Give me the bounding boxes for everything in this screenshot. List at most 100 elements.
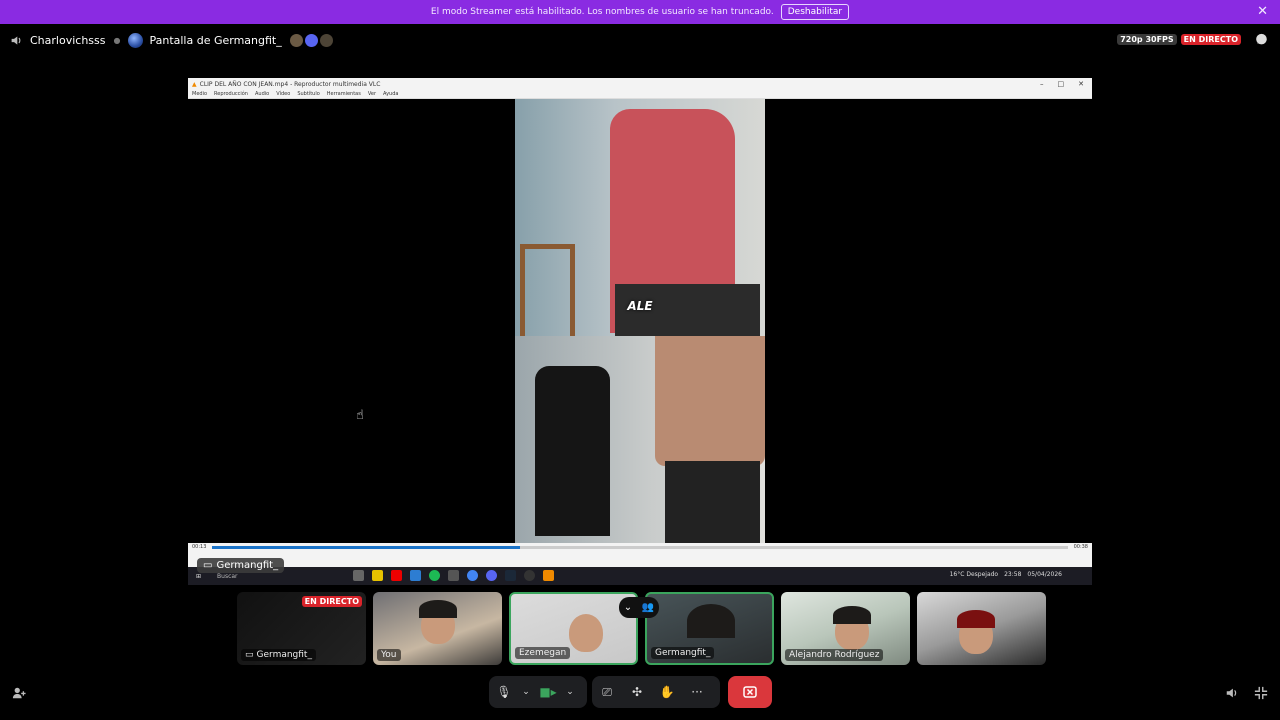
- activities-icon: ✣: [631, 685, 643, 699]
- participant-name: Alejandro Rodríguez: [785, 649, 884, 661]
- activity-icons: [288, 33, 333, 47]
- vlc-menu-bar: Medio Reproducción Audio Vídeo Subtítulo…: [188, 90, 1092, 99]
- participant-name-text: Germangfit_: [256, 650, 312, 660]
- exit-fullscreen-icon[interactable]: [1254, 686, 1268, 700]
- camera-icon: ■▸: [539, 685, 557, 699]
- call-header: Charlovichsss ● Pantalla de Germangfit_: [0, 28, 1280, 52]
- camera-options-button[interactable]: ⌄: [563, 676, 577, 708]
- discord-icon: [304, 33, 318, 47]
- close-icon: ✕: [1078, 80, 1084, 88]
- person-torso: [655, 336, 765, 466]
- vlc-icon: [543, 570, 554, 581]
- end-call-icon: [743, 686, 757, 698]
- channel-user-name: Charlovichsss: [30, 33, 106, 47]
- participant-hair: [687, 604, 735, 638]
- add-user-icon[interactable]: [12, 686, 26, 700]
- disconnect-button[interactable]: [728, 676, 772, 708]
- menu-item: Ayuda: [383, 91, 399, 97]
- camera-button[interactable]: ■▸: [533, 676, 563, 708]
- weather: 16°C Despejado: [949, 571, 999, 578]
- menu-item: Reproducción: [214, 91, 248, 97]
- vlc-cone-icon: ▲: [192, 80, 197, 88]
- soundboard-button[interactable]: ✋: [652, 676, 682, 708]
- stream-owner-label: ▭ Germangfit_: [197, 558, 285, 573]
- mouse-cursor-icon: ☝: [356, 408, 364, 423]
- menu-item: Ver: [367, 91, 377, 97]
- vlc-controls: 00:13 00:38: [188, 543, 1092, 567]
- stream-stage[interactable]: ▲ CLIP DEL AÑO CON JEAN.mp4 - Reproducto…: [188, 78, 1092, 585]
- microphone-button[interactable]: 🎙: [489, 676, 519, 708]
- screen-share-icon: ▭: [203, 560, 213, 571]
- menu-item: Audio: [254, 91, 270, 97]
- participants-icon[interactable]: 👥: [642, 602, 654, 613]
- participant-name: Germangfit_: [651, 647, 715, 659]
- steam-icon: [505, 570, 516, 581]
- game-icon: [289, 33, 303, 47]
- stream-title: Pantalla de Germangfit_: [149, 33, 282, 47]
- activity-group: ⎚ ✣ ✋ ···: [592, 676, 720, 708]
- soundboard-icon: ✋: [659, 685, 675, 699]
- app-icon: [448, 570, 459, 581]
- chat-icon[interactable]: [1255, 33, 1268, 46]
- window-controls: – □ ✕: [1040, 80, 1092, 88]
- participant-tile[interactable]: Germangfit_: [645, 592, 774, 665]
- clock-date: 05/04/2026: [1027, 571, 1062, 578]
- store-icon: [410, 570, 421, 581]
- video-caption: ALE: [627, 299, 653, 313]
- participant-headset: [957, 610, 995, 628]
- explorer-icon: [372, 570, 383, 581]
- stream-owner-name: Germangfit_: [216, 560, 279, 571]
- share-screen-button[interactable]: ⎚: [592, 676, 622, 708]
- participant-tile[interactable]: [917, 592, 1046, 665]
- screen-share-icon: ▭: [245, 650, 254, 660]
- streamer-mode-banner: El modo Streamer está habilitado. Los no…: [0, 0, 1280, 24]
- audio-video-group: 🎙 ⌄ ■▸ ⌄: [489, 676, 587, 708]
- taskbar-search: Buscar: [217, 572, 238, 580]
- current-time: 00:13: [192, 544, 207, 550]
- person-pants: [665, 461, 760, 543]
- tile-controls[interactable]: ⌄ 👥: [619, 597, 659, 618]
- chevron-down-icon[interactable]: ⌄: [624, 602, 632, 613]
- volume-icon[interactable]: [10, 34, 23, 47]
- app-icon: [319, 33, 333, 47]
- stream-badges: 720p 30FPS EN DIRECTO: [1117, 33, 1268, 46]
- banner-close-icon[interactable]: ✕: [1257, 4, 1268, 19]
- mic-options-button[interactable]: ⌄: [519, 676, 533, 708]
- chrome-icon: [467, 570, 478, 581]
- windows-taskbar: ⊞ Buscar 16°C Despejado 23:58 05/04/2026: [188, 567, 1092, 585]
- video-top-scene: ALE: [515, 99, 765, 336]
- menu-item: Vídeo: [276, 91, 291, 97]
- seek-bar: [212, 546, 1068, 549]
- menu-item: Subtítulo: [297, 91, 320, 97]
- maximize-icon: □: [1057, 80, 1065, 88]
- participant-tile[interactable]: EN DIRECTO ▭ Germangfit_: [237, 592, 366, 665]
- chevron-down-icon: ⌄: [522, 687, 530, 697]
- disable-streamer-mode-button[interactable]: Deshabilitar: [780, 4, 850, 20]
- microphone-icon: 🎙: [496, 685, 512, 699]
- youtube-icon: [391, 570, 402, 581]
- participant-tile[interactable]: Alejandro Rodríguez: [781, 592, 910, 665]
- seek-progress: [212, 546, 521, 549]
- banner-text: El modo Streamer está habilitado. Los no…: [430, 7, 774, 17]
- video-frame: ALE: [515, 99, 765, 543]
- clock-time: 23:58: [1004, 571, 1022, 578]
- participant-name: You: [377, 649, 401, 661]
- chevron-down-icon: ⌄: [566, 687, 574, 697]
- more-options-button[interactable]: ···: [682, 676, 712, 708]
- participant-name: Ezemegan: [515, 647, 571, 659]
- volume-icon[interactable]: [1225, 686, 1239, 700]
- participant-tile[interactable]: You: [373, 592, 502, 665]
- minimize-icon: –: [1040, 80, 1044, 88]
- wooden-chair: [520, 244, 575, 336]
- taskbar-apps: [353, 570, 554, 581]
- activities-button[interactable]: ✣: [622, 676, 652, 708]
- live-badge: EN DIRECTO: [1180, 34, 1241, 45]
- live-badge: EN DIRECTO: [301, 596, 362, 607]
- more-icon: ···: [691, 685, 703, 699]
- menu-item: Medio: [192, 91, 208, 97]
- menu-item: Herramientas: [326, 91, 361, 97]
- discord-icon: [486, 570, 497, 581]
- user-avatar: [128, 32, 144, 48]
- total-time: 00:38: [1073, 544, 1088, 550]
- office-chair: [535, 366, 610, 536]
